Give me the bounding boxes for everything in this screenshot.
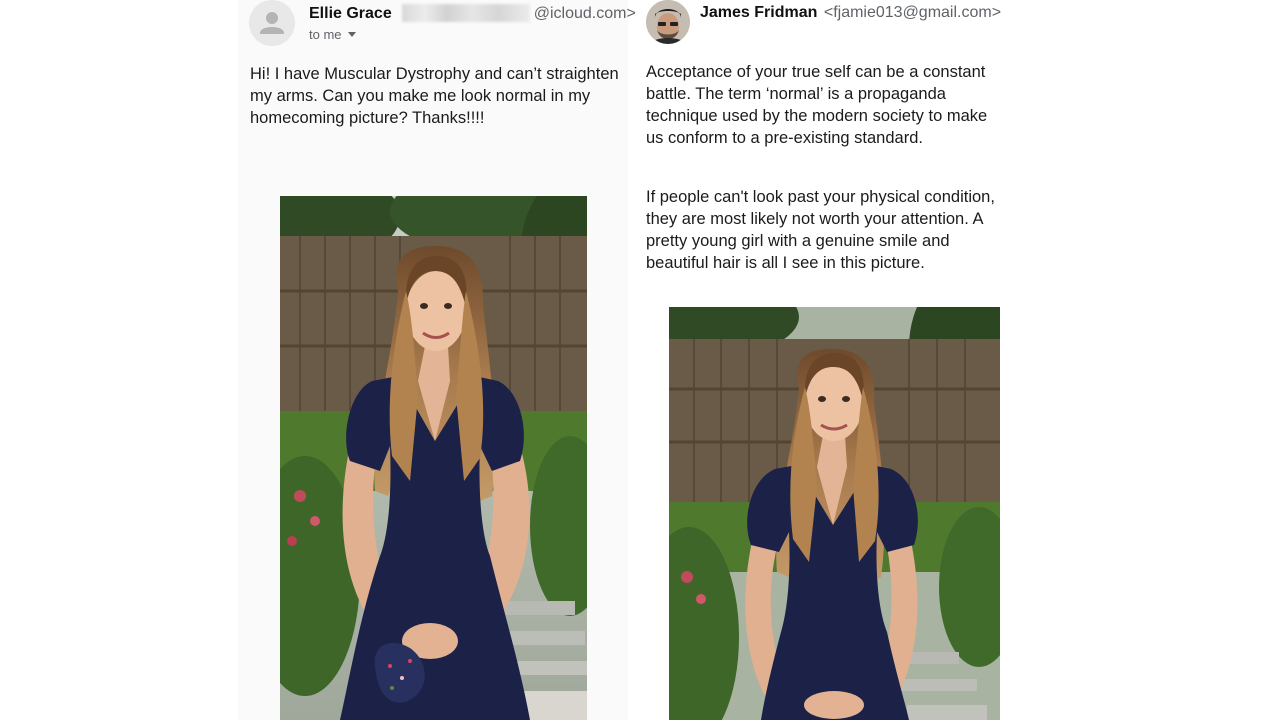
sender-line: Ellie Grace @icloud.com>	[309, 4, 636, 23]
sender-name[interactable]: Ellie Grace	[309, 5, 392, 22]
attached-photo[interactable]	[280, 196, 587, 720]
redacted-address	[401, 4, 530, 22]
reply-paragraph-1: Acceptance of your true self can be a co…	[646, 63, 988, 147]
reply-paragraph-2: If people can't look past your physical …	[646, 188, 995, 272]
sender-name[interactable]: James Fridman	[700, 4, 817, 21]
email-from-ellie: Ellie Grace @icloud.com> to me Hi! I have…	[238, 0, 636, 720]
caret-down-icon	[347, 32, 356, 37]
sender-avatar[interactable]	[646, 0, 690, 44]
email-screenshot-collage: Ellie Grace @icloud.com> to me Hi! I have…	[0, 0, 1280, 720]
sender-line: James Fridman <fjamie013@gmail.com>	[700, 4, 1001, 22]
sender-address: @icloud.com>	[533, 5, 636, 22]
recipient-label: to me	[309, 27, 342, 42]
default-avatar-icon[interactable]	[249, 0, 295, 46]
sender-address: <fjamie013@gmail.com>	[823, 4, 1002, 21]
attached-photo[interactable]	[669, 307, 1000, 720]
email-from-james: James Fridman <fjamie013@gmail.com> Acce…	[640, 0, 1012, 720]
recipient-dropdown[interactable]: to me	[309, 27, 356, 42]
message-body: Hi! I have Muscular Dystrophy and can’t …	[250, 65, 619, 127]
